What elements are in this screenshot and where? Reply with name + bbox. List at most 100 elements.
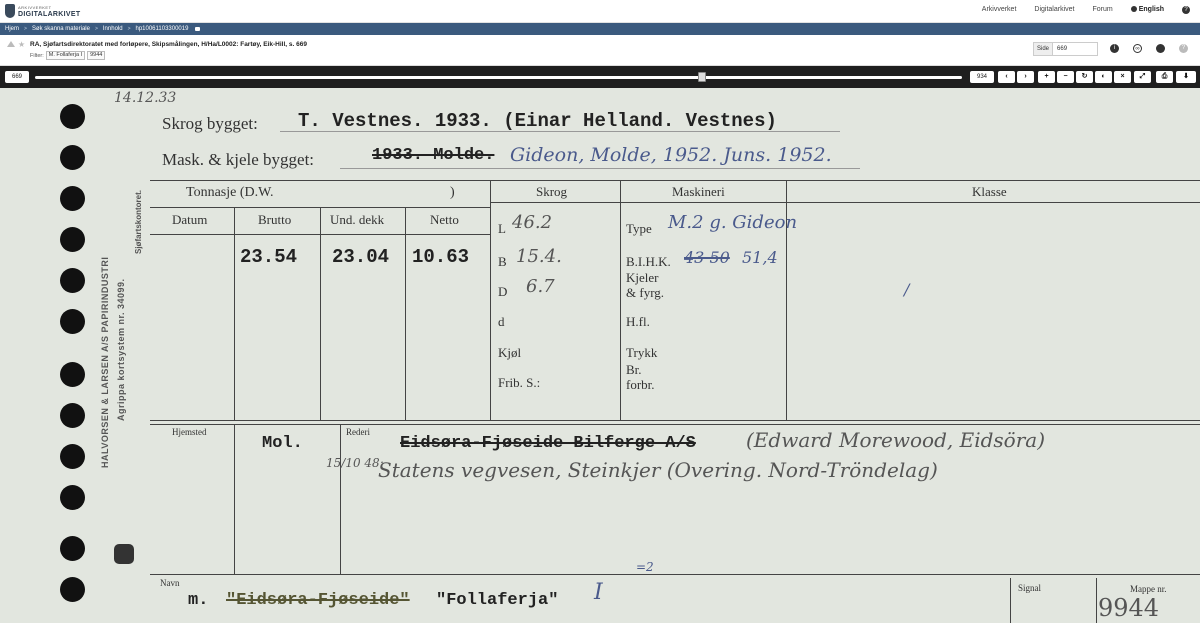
machine-built-struck: 1933. Molde. (372, 146, 495, 165)
print-icon[interactable]: ⎙ (1156, 71, 1173, 83)
next-page-button[interactable]: › (1017, 71, 1034, 83)
nav-arkivverket[interactable]: Arkivverket (982, 6, 1017, 14)
owner-handwritten-1: (Edward Morewood, Eidsöra) (746, 428, 1045, 452)
zoom-in-button[interactable]: + (1038, 71, 1055, 83)
breadcrumb: Hjem > Søk skanna materiale > Innhold > … (0, 23, 1200, 35)
owner-change-date: 15/10 48: (326, 456, 384, 470)
machinery-row-boiler: Kjeler (626, 270, 659, 285)
name-value: "Follaferja" (436, 591, 559, 610)
machinery-row-type: Type (626, 221, 652, 236)
reset-button[interactable]: × (1114, 71, 1131, 83)
skrog-built-label: Skrog bygget: (162, 114, 258, 133)
folder-number-label: Mappe nr. (1130, 584, 1167, 594)
rotate-icon[interactable]: ↻ (1076, 71, 1093, 83)
help-icon[interactable]: ? (1179, 44, 1188, 53)
machinery-bihk-struck: 43 50 (684, 248, 730, 267)
fullscreen-icon[interactable]: ⤢ (1134, 71, 1151, 83)
chevron-right-icon: > (94, 26, 98, 32)
machinery-row-furnace: & fyrg. (626, 285, 665, 300)
download-icon[interactable]: ⬇ (1176, 71, 1196, 83)
office-imprint: Sjøfartskontoret. (134, 189, 143, 254)
nav-forum[interactable]: Forum (1092, 6, 1112, 14)
punch-hole (60, 145, 85, 170)
hull-depth: 6.7 (526, 276, 555, 297)
zoom-out-button[interactable]: − (1057, 71, 1074, 83)
star-icon[interactable]: ★ (18, 40, 25, 49)
punch-hole (60, 403, 85, 428)
nav-digitalarkivet[interactable]: Digitalarkivet (1034, 6, 1074, 14)
column-date: Datum (172, 212, 208, 227)
punch-hole (60, 485, 85, 510)
breadcrumb-home[interactable]: Hjem (5, 26, 19, 32)
column-gross: Brutto (258, 212, 292, 227)
punch-hole (60, 444, 85, 469)
tonnage-header-close: ) (450, 185, 455, 200)
punch-hole (60, 309, 85, 334)
name-superscript: =2 (636, 560, 654, 574)
chevron-right-icon: > (127, 26, 131, 32)
punch-hole (60, 268, 85, 293)
logo-title: DIGITALARKIVET (18, 11, 81, 18)
owner-typed-struck: Eidsøra-Fjøseide Bilferge A/S (400, 434, 696, 453)
folder-number-value: 9944 (1098, 594, 1160, 622)
breadcrumb-content[interactable]: Innhold (103, 26, 123, 32)
punch-hole (60, 227, 85, 252)
hull-row-freeboard: Frib. S.: (498, 375, 541, 390)
card-system-imprint: Agrippa kortsystem nr. 34099. (116, 278, 126, 421)
square-hole (114, 544, 134, 564)
page-jump-label: Side (1034, 43, 1054, 55)
filter-chip-name[interactable]: M. Follaferja I (45, 51, 86, 60)
info-icon[interactable]: i (1110, 44, 1119, 53)
machinery-row-fuel: Br. (626, 362, 642, 377)
net-tonnage: 10.63 (412, 246, 470, 268)
filter-row: Filter: M. Follaferja I 9944 (30, 51, 106, 60)
punch-hole (60, 362, 85, 387)
record-header: ★ RA, Sjøfartsdirektoratet med forløpere… (0, 35, 1200, 66)
warning-triangle-icon (7, 41, 15, 47)
top-nav: Arkivverket Digitalarkivet Forum English… (982, 6, 1190, 14)
machine-built-label: Mask. & kjele bygget: (162, 150, 315, 169)
hull-row-l: L (498, 221, 506, 236)
punch-hole (60, 186, 85, 211)
current-page-display[interactable]: 669 (5, 71, 29, 83)
hull-breadth: 15.4. (516, 246, 562, 267)
home-port-value: Mol. (262, 434, 303, 453)
globe-icon (1130, 6, 1137, 12)
hull-row-draught: d (498, 314, 505, 329)
column-hull: Skrog (536, 184, 568, 199)
digitalarkivet-logo[interactable]: ARKIVVERKET DIGITALARKIVET (5, 4, 80, 18)
breadcrumb-image-id: hp10061103300019 (135, 26, 189, 32)
contrast-icon[interactable]: ◐ (1095, 71, 1112, 83)
page-slider[interactable] (35, 76, 962, 79)
name-label: Navn (160, 578, 180, 588)
record-actions: i ∞ ? (1110, 44, 1188, 53)
camera-icon[interactable] (195, 27, 201, 31)
punch-hole (60, 104, 85, 129)
record-title: RA, Sjøfartsdirektoratet med forløpere, … (30, 41, 307, 48)
gross-tonnage: 23.54 (240, 246, 298, 268)
language-switch[interactable]: English (1130, 6, 1164, 14)
signal-label: Signal (1018, 583, 1042, 593)
chevron-right-icon: > (24, 26, 27, 32)
punch-hole (60, 577, 85, 602)
hull-length: 46.2 (512, 212, 553, 233)
breadcrumb-search[interactable]: Søk skanna materiale (32, 26, 90, 32)
document-viewer[interactable]: HALVORSEN & LARSEN A/S PAPIRINDUSTRI Agr… (0, 88, 1200, 623)
machine-built-handwritten: Gideon, Molde, 1952. Juns. 1952. (510, 144, 832, 166)
comment-icon[interactable] (1156, 44, 1165, 53)
filter-chip-number[interactable]: 9944 (87, 51, 106, 60)
link-icon[interactable]: ∞ (1133, 44, 1142, 53)
page-slider-handle[interactable] (698, 72, 707, 82)
column-class: Klasse (972, 184, 1007, 199)
filter-label: Filter: (30, 52, 44, 59)
total-pages-display: 934 (970, 71, 994, 83)
punch-hole (60, 536, 85, 561)
previous-page-button[interactable]: ‹ (998, 71, 1015, 83)
help-icon[interactable]: ? (1182, 6, 1190, 14)
hull-row-keel: Kjøl (498, 345, 522, 360)
machinery-row-pressure: Trykk (626, 345, 658, 360)
machinery-type-value: M.2 g. Gideon (668, 212, 798, 233)
page-jump-input[interactable]: 669 (1053, 43, 1097, 55)
name-struck: "Eidsøra-Fjøseide" (226, 591, 410, 610)
column-net: Netto (430, 212, 459, 227)
